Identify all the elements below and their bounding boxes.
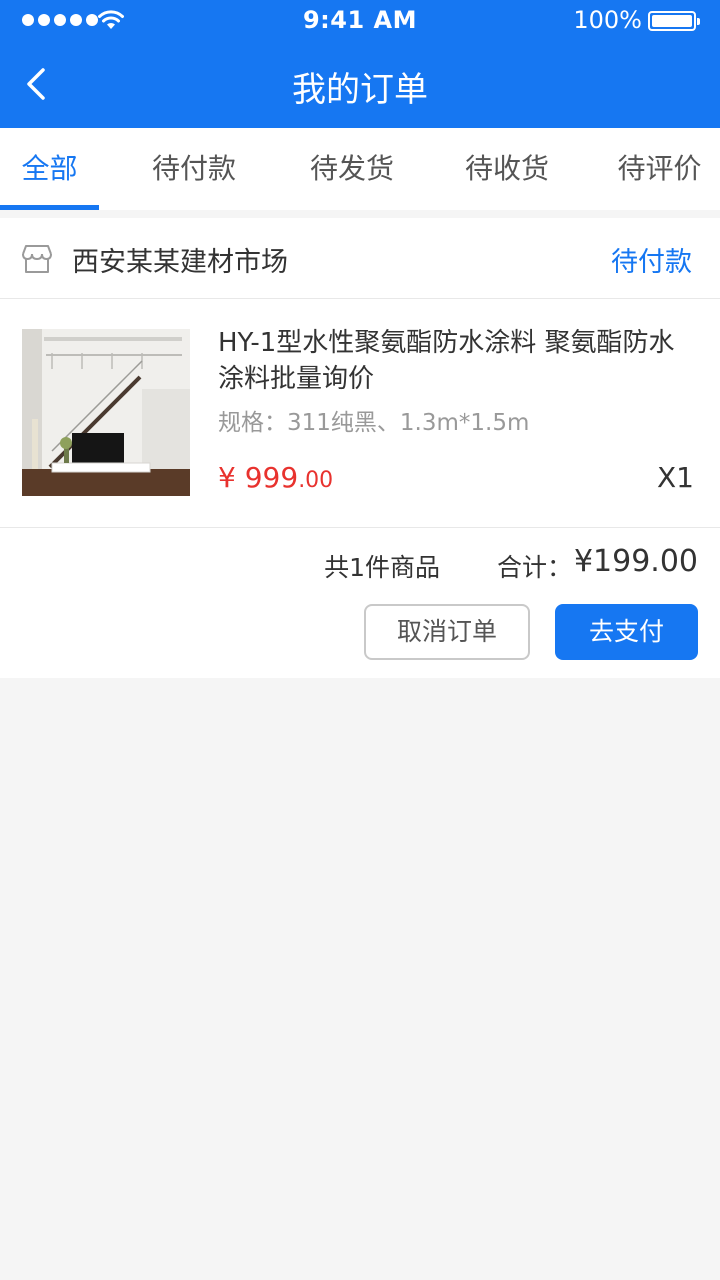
page-title: 我的订单 (292, 70, 428, 110)
tab-all[interactable]: 全部 (0, 128, 99, 210)
product-item[interactable]: HY-1型水性聚氨酯防水涂料 聚氨酯防水涂料批量询价 规格：311纯黑、1.3m… (0, 299, 720, 528)
shop-header[interactable]: 西安某某建材市场 待付款 (0, 218, 720, 299)
total-amount: ¥199.00 (573, 544, 698, 579)
order-status: 待付款 (611, 247, 692, 278)
store-icon (22, 245, 52, 273)
tab-pending-receipt[interactable]: 待收货 (415, 128, 599, 210)
product-spec: 规格：311纯黑、1.3m*1.5m (218, 410, 530, 436)
tab-pending-payment[interactable]: 待付款 (99, 128, 289, 210)
price-symbol: ¥ (218, 461, 236, 494)
product-quantity: X1 (657, 461, 694, 494)
price-cents: .00 (298, 468, 334, 493)
order-card[interactable]: 西安某某建材市场 待付款 HY-1型水性聚氨酯防水涂料 聚氨酯防水涂料批量询价 … (0, 218, 720, 678)
product-image (22, 329, 190, 496)
cancel-order-button[interactable]: 取消订单 (364, 604, 530, 660)
product-price: ¥ 999.00 (218, 461, 333, 494)
pay-button[interactable]: 去支付 (555, 604, 698, 660)
order-tabs: 全部 待付款 待发货 待收货 待评价 (0, 128, 720, 210)
total-label: 合计： (496, 553, 572, 582)
shop-name: 西安某某建材市场 (72, 247, 288, 278)
product-name[interactable]: HY-1型水性聚氨酯防水涂料 聚氨酯防水涂料批量询价 (218, 325, 698, 397)
tab-pending-review[interactable]: 待评价 (599, 128, 720, 210)
battery-percent: 100% (573, 6, 642, 34)
tab-pending-shipment[interactable]: 待发货 (289, 128, 415, 210)
order-summary: 共1件商品 合计： ¥199.00 取消订单 去支付 (0, 528, 720, 678)
item-count: 共1件商品 (324, 553, 440, 582)
app-header: 9:41 AM 100% 我的订单 (0, 0, 720, 128)
status-bar: 9:41 AM 100% (0, 0, 720, 40)
price-integer: 999 (244, 461, 299, 494)
battery-icon (648, 11, 700, 31)
